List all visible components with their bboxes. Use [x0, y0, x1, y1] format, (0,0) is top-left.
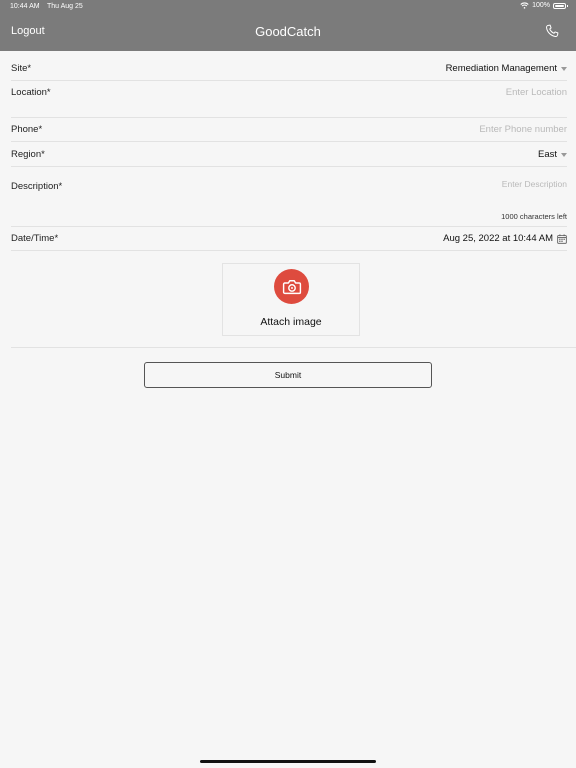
description-row[interactable]: Description* Enter Description 1000 char… [11, 167, 567, 227]
submit-button[interactable]: Submit [144, 362, 432, 388]
chevron-down-icon [561, 152, 567, 157]
region-label: Region* [11, 149, 45, 160]
site-label: Site* [11, 63, 32, 74]
wifi-icon [520, 2, 529, 9]
location-row[interactable]: Location* Enter Location [11, 81, 567, 118]
location-label: Location* [11, 87, 51, 98]
site-value: Remediation Management [445, 63, 557, 74]
region-row[interactable]: Region* East [11, 142, 567, 167]
chevron-down-icon [561, 66, 567, 71]
battery-percent: 100% [532, 2, 550, 9]
datetime-value: Aug 25, 2022 at 10:44 AM [443, 233, 553, 244]
site-row[interactable]: Site* Remediation Management [11, 57, 567, 81]
datetime-picker[interactable]: Aug 25, 2022 at 10:44 AM [443, 233, 567, 244]
phone-input[interactable]: Enter Phone number [479, 124, 567, 135]
status-time: 10:44 AM [10, 3, 40, 10]
datetime-label: Date/Time* [11, 233, 59, 244]
camera-icon-circle [274, 269, 309, 304]
attach-image-label: Attach image [260, 316, 322, 328]
status-indicators: 100% [520, 2, 568, 9]
phone-label: Phone* [11, 124, 43, 135]
section-divider [11, 347, 576, 348]
phone-row[interactable]: Phone* Enter Phone number [11, 118, 567, 142]
camera-icon [282, 279, 301, 294]
calendar-icon [557, 233, 567, 244]
description-input[interactable]: Enter Description [502, 179, 567, 189]
region-value: East [537, 149, 557, 160]
description-label: Description* [11, 181, 63, 192]
phone-icon[interactable] [544, 23, 560, 39]
character-counter: 1000 characters left [501, 212, 567, 221]
page-title: GoodCatch [255, 24, 321, 39]
battery-icon [553, 2, 568, 9]
region-select[interactable]: East [538, 149, 567, 160]
site-select[interactable]: Remediation Management [446, 63, 567, 74]
attach-image-button[interactable]: Attach image [222, 263, 360, 336]
location-input[interactable]: Enter Location [506, 87, 567, 98]
nav-bar: 10:44 AM Thu Aug 25 100% Logout GoodCatc… [0, 0, 576, 51]
status-date: Thu Aug 25 [47, 3, 83, 10]
home-indicator [200, 760, 376, 763]
datetime-row[interactable]: Date/Time* Aug 25, 2022 at 10:44 AM [11, 227, 567, 251]
